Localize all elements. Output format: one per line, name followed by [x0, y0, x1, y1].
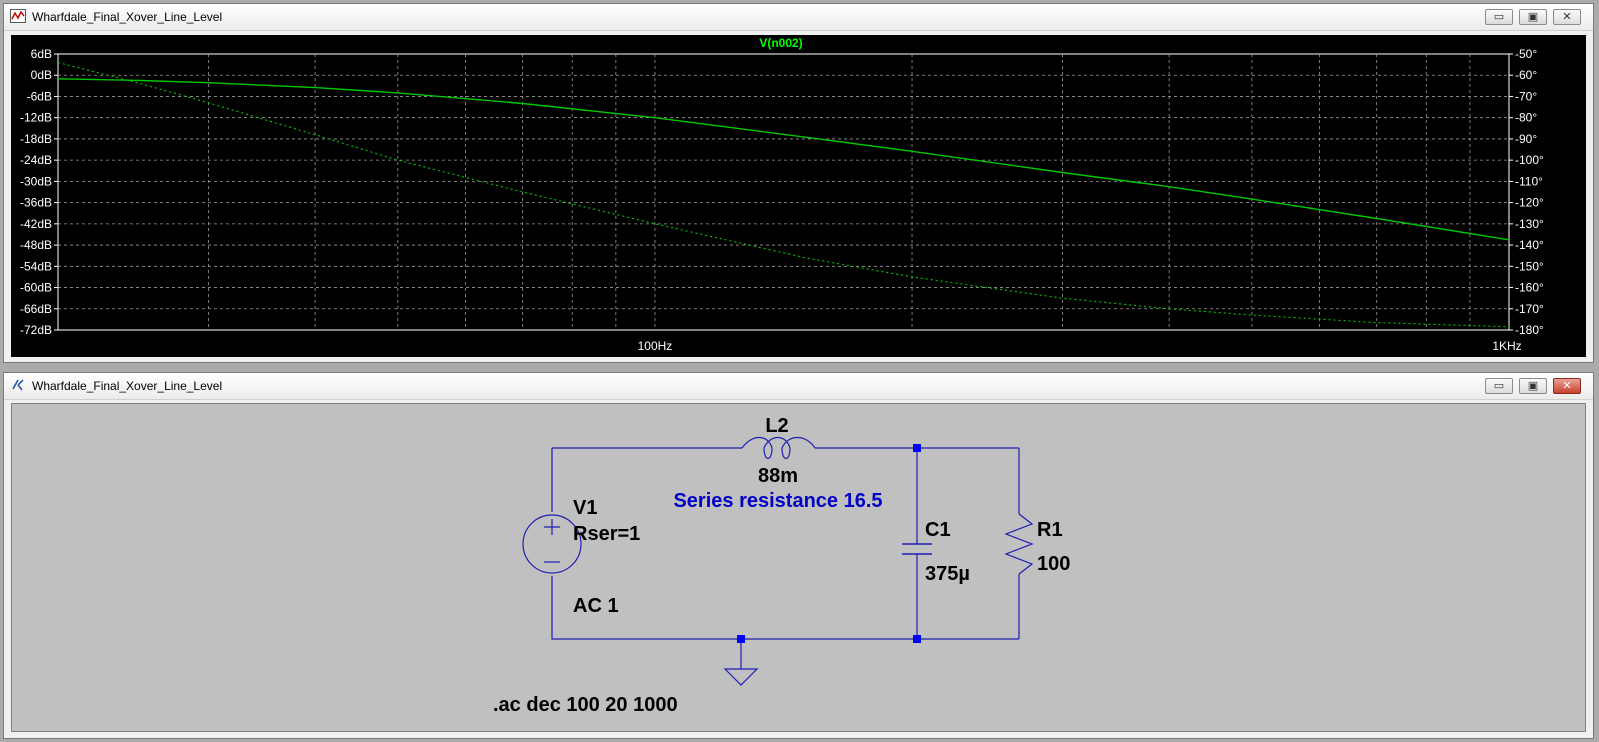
close-button[interactable]: ✕	[1553, 378, 1581, 394]
waveform-plot-area[interactable]: 6dB 0dB -6dB -12dB -18dB -24dB -30dB -36dB -42dB…	[11, 35, 1586, 357]
y-left-tick-label: 0dB	[31, 68, 52, 82]
schematic-window-titlebar[interactable]: Wharfdale_Final_Xover_Line_Level ▭ ▣ ✕	[4, 373, 1593, 400]
r1-name-label[interactable]: R1	[1037, 519, 1063, 541]
schematic-icon	[10, 378, 26, 397]
y-left-tick-label: -24dB	[20, 153, 52, 167]
y-left-tick-label: -54dB	[20, 259, 52, 273]
schematic-canvas[interactable]: L2 88m V1 Rser=1 AC 1 C1 375µ R1 100 .ac…	[11, 403, 1586, 732]
x-tick-label: 100Hz	[638, 339, 673, 353]
y-right-tick-label: -110°	[1515, 174, 1543, 188]
junction-dot[interactable]	[913, 444, 921, 452]
spice-directive[interactable]: .ac dec 100 20 1000	[493, 694, 678, 716]
y-right-tick-label: -150°	[1515, 259, 1544, 273]
y-left-tick-label: -42dB	[20, 217, 52, 231]
y-right-tick-label: -130°	[1515, 217, 1544, 231]
minimize-button[interactable]: ▭	[1485, 378, 1513, 394]
restore-button[interactable]: ▣	[1519, 378, 1547, 394]
capacitor-c1[interactable]	[902, 543, 932, 555]
l2-value-label[interactable]: 88m	[758, 465, 798, 487]
v1-param-label[interactable]: Rser=1	[573, 523, 640, 545]
y-left-tick-label: -48dB	[20, 238, 52, 252]
y-left-tick-label: -66dB	[20, 302, 52, 316]
y-left-tick-label: -12dB	[20, 111, 52, 125]
resistor-r1[interactable]	[1004, 513, 1034, 575]
v1-name-label[interactable]: V1	[573, 497, 597, 519]
waveform-icon	[10, 9, 26, 28]
y-right-tick-label: -170°	[1515, 302, 1544, 316]
schematic-comment[interactable]: Series resistance 16.5	[673, 490, 882, 512]
c1-name-label[interactable]: C1	[925, 519, 951, 541]
y-left-tick-label: -30dB	[20, 174, 52, 188]
y-right-tick-label: -70°	[1515, 89, 1537, 103]
restore-button[interactable]: ▣	[1519, 9, 1547, 25]
magnitude-trace[interactable]	[57, 78, 1510, 241]
y-left-tick-label: -18dB	[20, 132, 52, 146]
y-right-tick-label: -60°	[1515, 68, 1537, 82]
y-left-tick-label: -36dB	[20, 196, 52, 210]
trace-label[interactable]: V(n002)	[759, 36, 802, 50]
junction-dot[interactable]	[913, 635, 921, 643]
c1-value-label[interactable]: 375µ	[925, 563, 970, 585]
y-right-tick-label: -160°	[1515, 281, 1544, 295]
y-left-tick-label: 6dB	[31, 47, 52, 61]
y-right-tick-label: -180°	[1515, 323, 1544, 337]
y-right-tick-label: -140°	[1515, 238, 1544, 252]
plot-window-titlebar[interactable]: Wharfdale_Final_Xover_Line_Level ▭ ▣ ✕	[4, 4, 1593, 31]
wire[interactable]	[551, 576, 1019, 640]
y-right-tick-label: -80°	[1515, 111, 1537, 125]
y-right-tick-label: -120°	[1515, 196, 1544, 210]
junction-dot[interactable]	[737, 635, 745, 643]
schematic-drawing[interactable]: L2 88m V1 Rser=1 AC 1 C1 375µ R1 100 .ac…	[12, 404, 1585, 731]
r1-value-label[interactable]: 100	[1037, 553, 1070, 575]
schematic-window: Wharfdale_Final_Xover_Line_Level ▭ ▣ ✕ L…	[3, 372, 1594, 739]
plot-window: Wharfdale_Final_Xover_Line_Level ▭ ▣ ✕ 6…	[3, 3, 1594, 363]
x-tick-label: 1KHz	[1492, 339, 1521, 353]
y-right-tick-label: -50°	[1515, 47, 1537, 61]
y-right-tick-label: -100°	[1515, 153, 1544, 167]
ground-symbol[interactable]	[723, 668, 759, 686]
y-right-tick-label: -90°	[1515, 132, 1537, 146]
plot-window-title: Wharfdale_Final_Xover_Line_Level	[32, 10, 223, 24]
y-left-tick-label: -72dB	[20, 323, 52, 337]
bode-plot[interactable]: 6dB 0dB -6dB -12dB -18dB -24dB -30dB -36dB -42dB…	[11, 35, 1586, 357]
y-left-tick-label: -60dB	[20, 281, 52, 295]
inductor-l2[interactable]	[741, 436, 816, 460]
schematic-window-title: Wharfdale_Final_Xover_Line_Level	[32, 379, 223, 393]
y-left-tick-label: -6dB	[27, 89, 52, 103]
minimize-button[interactable]: ▭	[1485, 9, 1513, 25]
close-button[interactable]: ✕	[1553, 9, 1581, 25]
plot-frame	[57, 53, 1510, 331]
l2-name-label[interactable]: L2	[765, 415, 788, 437]
v1-value-label[interactable]: AC 1	[573, 595, 619, 617]
